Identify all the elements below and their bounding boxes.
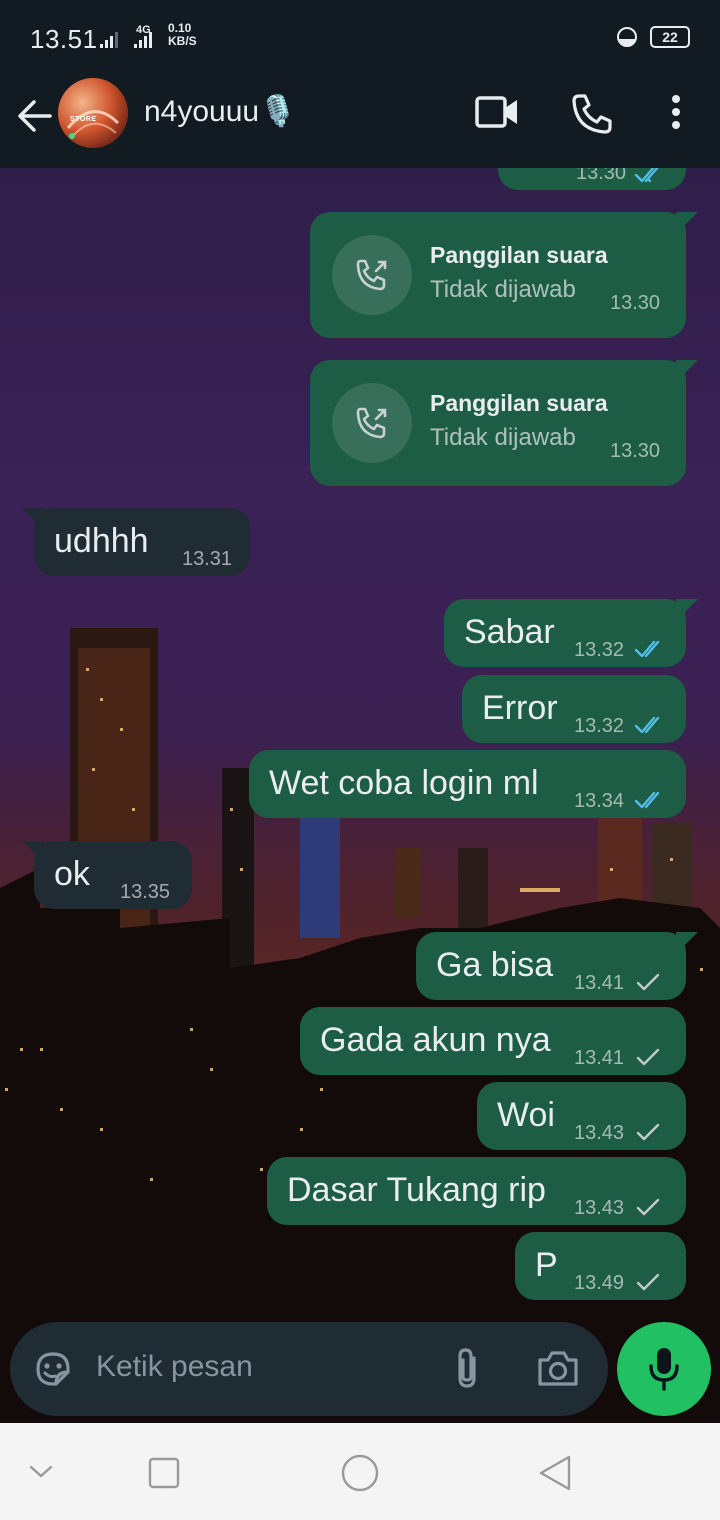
bubble-tail: [676, 360, 698, 382]
battery-icon: 22: [650, 26, 690, 48]
message-text: udhhh: [54, 522, 149, 560]
message-time: 13.41: [574, 1047, 625, 1069]
call-title: Panggilan suara: [430, 390, 608, 416]
message-bubble-outgoing[interactable]: Error 13.32: [462, 675, 686, 743]
message-time: 13.49: [574, 1272, 625, 1294]
more-vert-icon[interactable]: [668, 92, 684, 136]
contact-name[interactable]: n4youuu🎙️: [144, 94, 296, 129]
status-bar: 13.51 4G 0.10 KB/S 22: [0, 0, 720, 78]
call-title: Panggilan suara: [430, 242, 608, 268]
double-check-read-icon: [634, 716, 660, 734]
message-text: Gada akun nya: [320, 1021, 551, 1059]
home-icon[interactable]: [340, 1453, 380, 1493]
signal-icon: [100, 28, 164, 50]
call-icon-circle: [332, 383, 412, 463]
message-time: 13.43: [574, 1197, 625, 1219]
missed-call-icon: [356, 259, 387, 291]
message-bubble-outgoing[interactable]: Wet coba login ml 13.34: [249, 750, 686, 818]
arrow-left-icon[interactable]: [14, 96, 54, 136]
message-time: 13.34: [574, 790, 625, 812]
message-text: Dasar Tukang rip: [287, 1171, 546, 1209]
message-bubble-outgoing[interactable]: P 13.49: [515, 1232, 686, 1300]
message-input[interactable]: Ketik pesan: [96, 1350, 253, 1384]
message-bubble-outgoing[interactable]: Gada akun nya 13.41: [300, 1007, 686, 1075]
message-time: 13.35: [120, 881, 171, 903]
message-bubble-outgoing[interactable]: 13.30: [498, 168, 686, 190]
sticker-icon[interactable]: [32, 1348, 74, 1390]
message-input-bar[interactable]: Ketik pesan: [10, 1322, 608, 1416]
network-speed-unit: KB/S: [168, 34, 197, 48]
voice-call-message[interactable]: Panggilan suara Tidak dijawab 13.30: [310, 212, 686, 338]
message-bubble-outgoing[interactable]: Woi 13.43: [477, 1082, 686, 1150]
message-text: Sabar: [464, 613, 555, 651]
message-bubble-outgoing[interactable]: Sabar 13.32: [444, 599, 686, 667]
single-check-icon: [636, 1198, 660, 1216]
voice-call-message[interactable]: Panggilan suara Tidak dijawab 13.30: [310, 360, 686, 486]
mic-button[interactable]: [617, 1322, 711, 1416]
avatar-text: STORE: [70, 116, 97, 123]
back-triangle-icon[interactable]: [537, 1453, 573, 1493]
bubble-tail: [676, 599, 698, 621]
double-check-read-icon: [634, 168, 659, 183]
status-time: 13.51: [30, 24, 98, 54]
message-time: 13.31: [182, 548, 233, 570]
bubble-tail: [676, 932, 698, 954]
do-not-disturb-icon: [617, 27, 637, 47]
message-bubble-outgoing[interactable]: Ga bisa 13.41: [416, 932, 686, 1000]
call-status: Tidak dijawab: [430, 424, 576, 451]
bubble-tail: [676, 212, 698, 234]
message-time: 13.32: [574, 715, 625, 737]
message-bubble-outgoing[interactable]: Dasar Tukang rip 13.43: [267, 1157, 686, 1225]
paperclip-icon[interactable]: [450, 1346, 484, 1392]
single-check-icon: [636, 973, 660, 991]
message-text: Error: [482, 689, 558, 727]
video-call-icon[interactable]: [474, 92, 520, 132]
message-time: 13.30: [576, 168, 627, 184]
missed-call-icon: [356, 407, 387, 439]
message-text: ok: [54, 855, 90, 893]
message-time: 13.32: [574, 639, 625, 661]
message-time: 13.30: [610, 440, 661, 462]
message-text: Woi: [497, 1096, 555, 1134]
message-text: Ga bisa: [436, 946, 554, 984]
message-bubble-incoming[interactable]: ok 13.35: [34, 841, 192, 909]
message-bubble-incoming[interactable]: udhhh 13.31: [34, 508, 250, 576]
chat-header: STORE n4youuu🎙️: [0, 78, 720, 168]
message-time: 13.30: [610, 292, 661, 314]
single-check-icon: [636, 1048, 660, 1066]
network-speed: 0.10 KB/S: [168, 22, 197, 48]
phone-icon[interactable]: [570, 92, 614, 136]
mic-icon: [649, 1348, 679, 1391]
message-text: Wet coba login ml: [269, 764, 539, 802]
single-check-icon: [636, 1123, 660, 1141]
chat-area[interactable]: 13.30 Panggilan suara Tidak dijawab 13.3…: [0, 168, 720, 1423]
double-check-read-icon: [634, 640, 660, 658]
message-text: P: [535, 1246, 558, 1284]
camera-icon[interactable]: [536, 1348, 580, 1388]
message-time: 13.43: [574, 1122, 625, 1144]
call-icon-circle: [332, 235, 412, 315]
avatar-art-icon: [66, 110, 120, 139]
network-type: 4G: [136, 24, 151, 36]
chevron-down-icon[interactable]: [28, 1461, 54, 1481]
call-status: Tidak dijawab: [430, 276, 576, 303]
recents-icon[interactable]: [147, 1456, 181, 1490]
message-time: 13.41: [574, 972, 625, 994]
avatar[interactable]: STORE: [58, 78, 128, 148]
double-check-read-icon: [634, 791, 660, 809]
system-nav-bar: [0, 1423, 720, 1520]
single-check-icon: [636, 1273, 660, 1291]
